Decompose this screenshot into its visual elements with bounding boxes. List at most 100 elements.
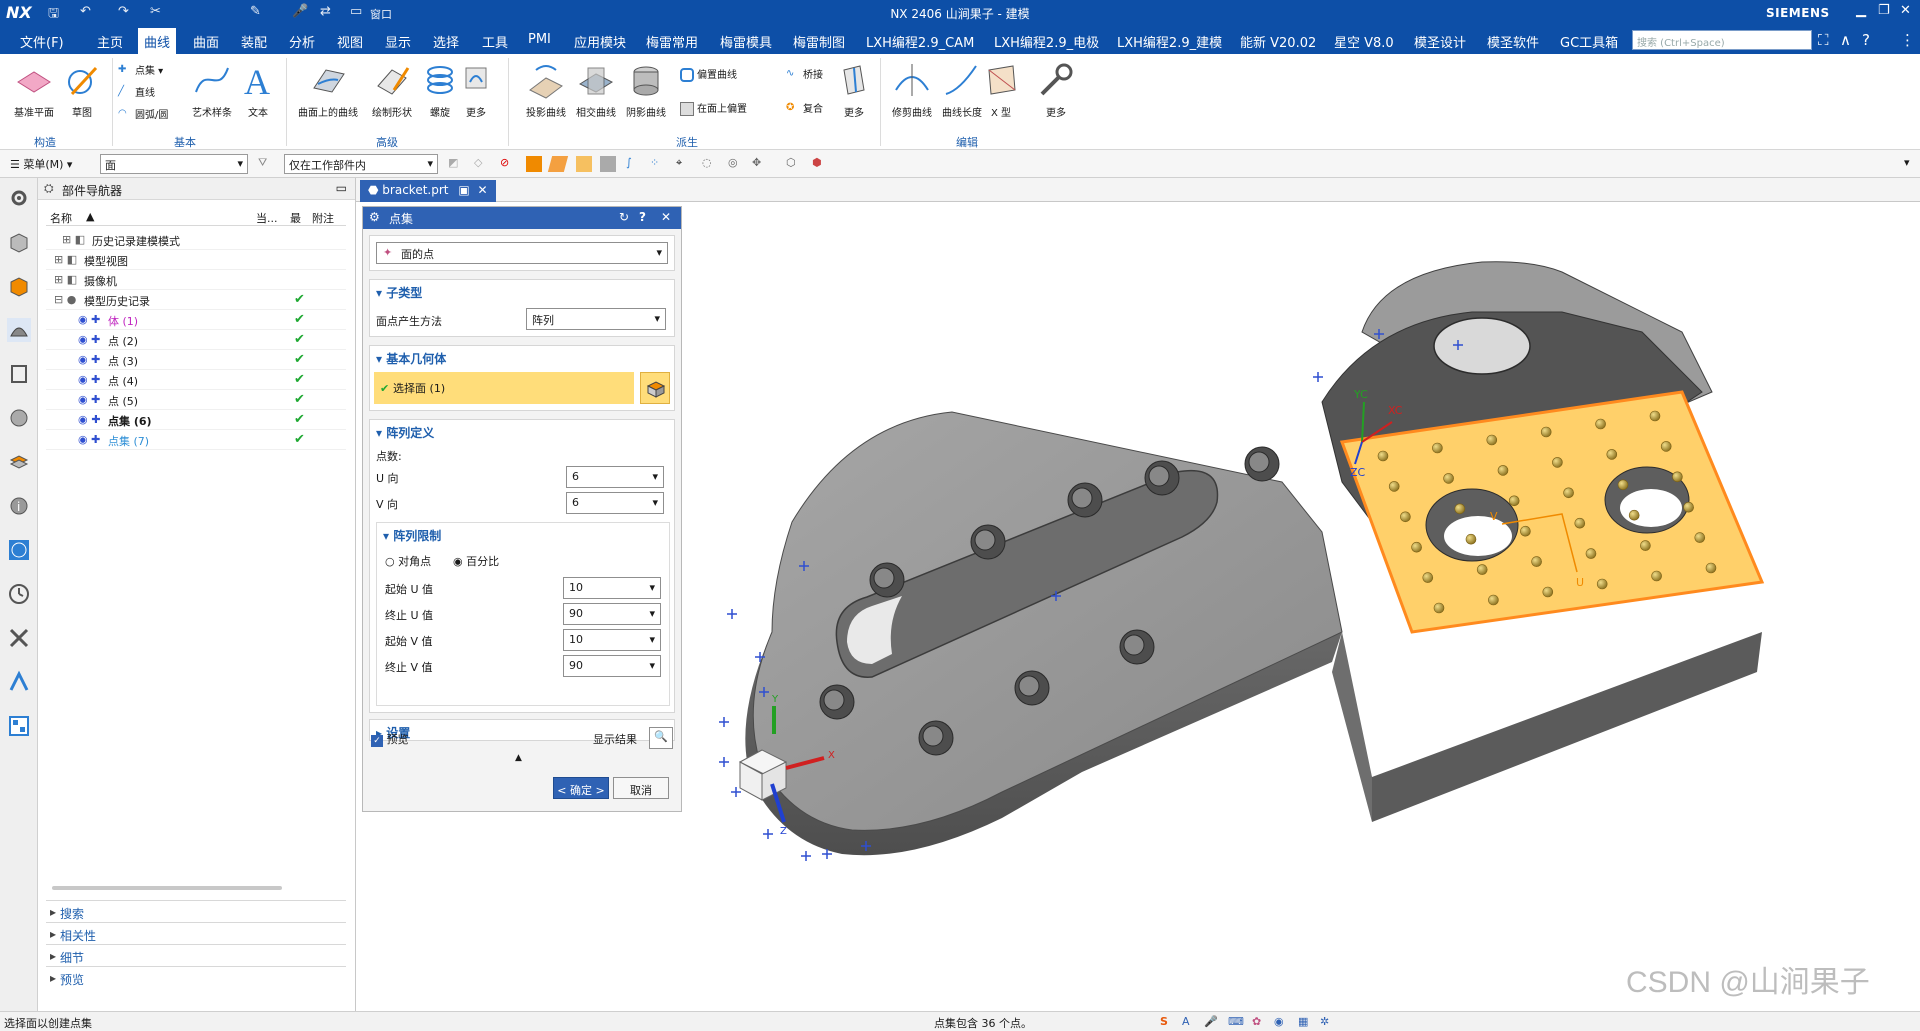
feature-visibility-icon[interactable]: ◉ ✚: [78, 433, 100, 446]
bridge-button[interactable]: ∿ 桥接: [786, 66, 823, 82]
menu-file[interactable]: 文件(F): [20, 32, 64, 51]
v-count-input[interactable]: 6: [566, 492, 664, 514]
curve-rule-icon[interactable]: ∫: [626, 156, 642, 172]
menu-button[interactable]: ☰ 菜单(M) ▾: [10, 156, 72, 172]
region-face-icon[interactable]: [600, 156, 616, 172]
snap-point-icon[interactable]: ⌖: [676, 156, 692, 172]
collapse-ribbon-icon[interactable]: ∧: [1840, 31, 1851, 49]
sort-ascending-icon[interactable]: ▲: [86, 210, 94, 223]
command-search-input[interactable]: 搜索 (Ctrl+Space): [1632, 30, 1812, 50]
base-geom-section-title[interactable]: ▾ 基本几何体: [376, 350, 446, 367]
face-select-icon[interactable]: [526, 156, 542, 172]
file-tab[interactable]: ⬣ bracket.prt ▣ ✕: [360, 180, 496, 202]
horizontal-scrollbar[interactable]: [52, 886, 282, 890]
wire-cube-icon[interactable]: ⬢: [812, 156, 828, 172]
feature-visibility-icon[interactable]: ◉ ✚: [78, 413, 101, 426]
tree-row[interactable]: ◉ ✚ 点 (5) ✔: [46, 390, 346, 410]
show-result-button[interactable]: 🔍: [649, 727, 673, 749]
filter-icon[interactable]: ⛛: [258, 156, 274, 172]
ok-button[interactable]: < 确定 >: [553, 777, 609, 799]
hd3d-tools-icon[interactable]: [7, 406, 31, 430]
ime-icon[interactable]: S: [1160, 1015, 1168, 1028]
end-u-input[interactable]: 90: [563, 603, 661, 625]
select-all-icon[interactable]: ◩: [448, 156, 464, 172]
subtype-section-title[interactable]: ▾ 子类型: [376, 284, 422, 301]
body-select-icon[interactable]: [547, 156, 569, 172]
tree-row[interactable]: ⊞ ◧ 模型视图: [46, 250, 346, 270]
graphics-window[interactable]: YC XC ZC V U Y X Z CSDN @山涧果子: [682, 202, 1920, 1011]
line-button[interactable]: ╱ 直线: [118, 84, 155, 100]
method-select[interactable]: 阵列: [526, 308, 666, 330]
model-canvas[interactable]: YC XC ZC V U Y X Z CSDN @山涧果子: [682, 202, 1920, 1011]
select-face-button[interactable]: [640, 372, 670, 404]
ime-skin-icon[interactable]: ✿: [1252, 1015, 1261, 1028]
dialog-help-icon[interactable]: ?: [639, 210, 646, 224]
more-options-icon[interactable]: ⋮: [1900, 31, 1915, 49]
u-count-input[interactable]: 6: [566, 466, 664, 488]
offset-curve-button[interactable]: 偏置曲线: [680, 66, 737, 82]
hide-icon[interactable]: ◌: [702, 156, 718, 172]
assembly-navigator-icon[interactable]: [7, 230, 31, 254]
x-form-button[interactable]: X 型: [976, 60, 1026, 119]
part-navigator-icon[interactable]: [7, 318, 31, 342]
tools-icon[interactable]: [7, 626, 31, 650]
text-button[interactable]: A 文本: [226, 60, 290, 119]
info-icon[interactable]: i: [7, 494, 31, 518]
more-edit-button[interactable]: 更多: [1030, 60, 1082, 119]
menu-home[interactable]: 主页: [97, 32, 123, 51]
tree-row[interactable]: ⊞ ◧ 摄像机: [46, 270, 346, 290]
start-u-input[interactable]: 10: [563, 577, 661, 599]
nav-section-search[interactable]: 搜索: [46, 900, 346, 922]
point-button[interactable]: ✚ 点集 ▾: [118, 62, 163, 78]
menu-lxh-cam[interactable]: LXH编程2.9_CAM: [866, 32, 974, 51]
ime-voice-icon[interactable]: 🎤: [1204, 1015, 1218, 1028]
toolbar-overflow-icon[interactable]: ▾: [1904, 156, 1920, 172]
feature-visibility-icon[interactable]: ◉ ✚: [78, 333, 100, 346]
menu-surface[interactable]: 曲面: [193, 32, 219, 51]
array-def-section-title[interactable]: ▾ 阵列定义: [376, 424, 434, 441]
more-advanced-button[interactable]: 更多: [456, 60, 496, 119]
percent-radio[interactable]: ◉ 百分比: [453, 553, 499, 569]
tree-node-icon[interactable]: ⊟ ●: [54, 293, 76, 306]
tree-row[interactable]: ◉ ✚ 点 (3) ✔: [46, 350, 346, 370]
start-v-input[interactable]: 10: [563, 629, 661, 651]
dialog-close-icon[interactable]: ✕: [661, 210, 671, 224]
menu-meilei-common[interactable]: 梅雷常用: [646, 32, 698, 51]
tree-row[interactable]: ◉ ✚ 点集 (7) ✔: [46, 430, 346, 450]
menu-select[interactable]: 选择: [433, 32, 459, 51]
curve-on-surface-button[interactable]: 曲面上的曲线: [292, 60, 364, 119]
type-select[interactable]: ✦ 面的点: [376, 242, 668, 264]
nav-section-dependencies[interactable]: 相关性: [46, 922, 346, 944]
column-notes[interactable]: 附注: [312, 210, 334, 226]
menu-analysis[interactable]: 分析: [289, 32, 315, 51]
no-selection-icon[interactable]: ⊘: [500, 156, 516, 172]
tree-node-icon[interactable]: ⊞ ◧: [62, 233, 85, 246]
show-icon[interactable]: ◎: [728, 156, 744, 172]
nav-section-preview[interactable]: 预览: [46, 966, 346, 988]
menu-meilei-mold[interactable]: 梅雷模具: [720, 32, 772, 51]
menu-mosheng-software[interactable]: 模圣软件: [1487, 32, 1539, 51]
roles-icon[interactable]: [7, 670, 31, 694]
cancel-button[interactable]: 取消: [613, 777, 669, 799]
cube-icon[interactable]: ⬡: [786, 156, 802, 172]
limits-section-title[interactable]: ▾ 阵列限制: [383, 527, 441, 544]
point-snap-icon[interactable]: ⁘: [650, 156, 666, 172]
menu-gc-toolbox[interactable]: GC工具箱: [1560, 32, 1618, 51]
select-feature-icon[interactable]: ◇: [474, 156, 490, 172]
ime-settings-icon[interactable]: ✲: [1320, 1015, 1329, 1028]
menu-nengxin[interactable]: 能新 V20.02: [1240, 32, 1316, 51]
tree-row[interactable]: ◉ ✚ 点集 (6) ✔: [46, 410, 346, 430]
feature-visibility-icon[interactable]: ◉ ✚: [78, 373, 100, 386]
composite-button[interactable]: ✪ 复合: [786, 100, 823, 116]
reset-icon[interactable]: ↻: [619, 210, 629, 224]
menu-display[interactable]: 显示: [385, 32, 411, 51]
nav-section-details[interactable]: 细节: [46, 944, 346, 966]
constraint-navigator-icon[interactable]: [7, 274, 31, 298]
menu-mosheng-design[interactable]: 模圣设计: [1414, 32, 1466, 51]
fullscreen-icon[interactable]: ⛶: [1818, 31, 1829, 49]
globe-icon[interactable]: [7, 538, 31, 562]
gear-icon[interactable]: [7, 186, 31, 210]
ime-tools-icon[interactable]: ▦: [1298, 1015, 1308, 1028]
minimize-button[interactable]: ▁: [1856, 3, 1866, 18]
selection-scope-select[interactable]: 仅在工作部件内: [284, 154, 438, 174]
